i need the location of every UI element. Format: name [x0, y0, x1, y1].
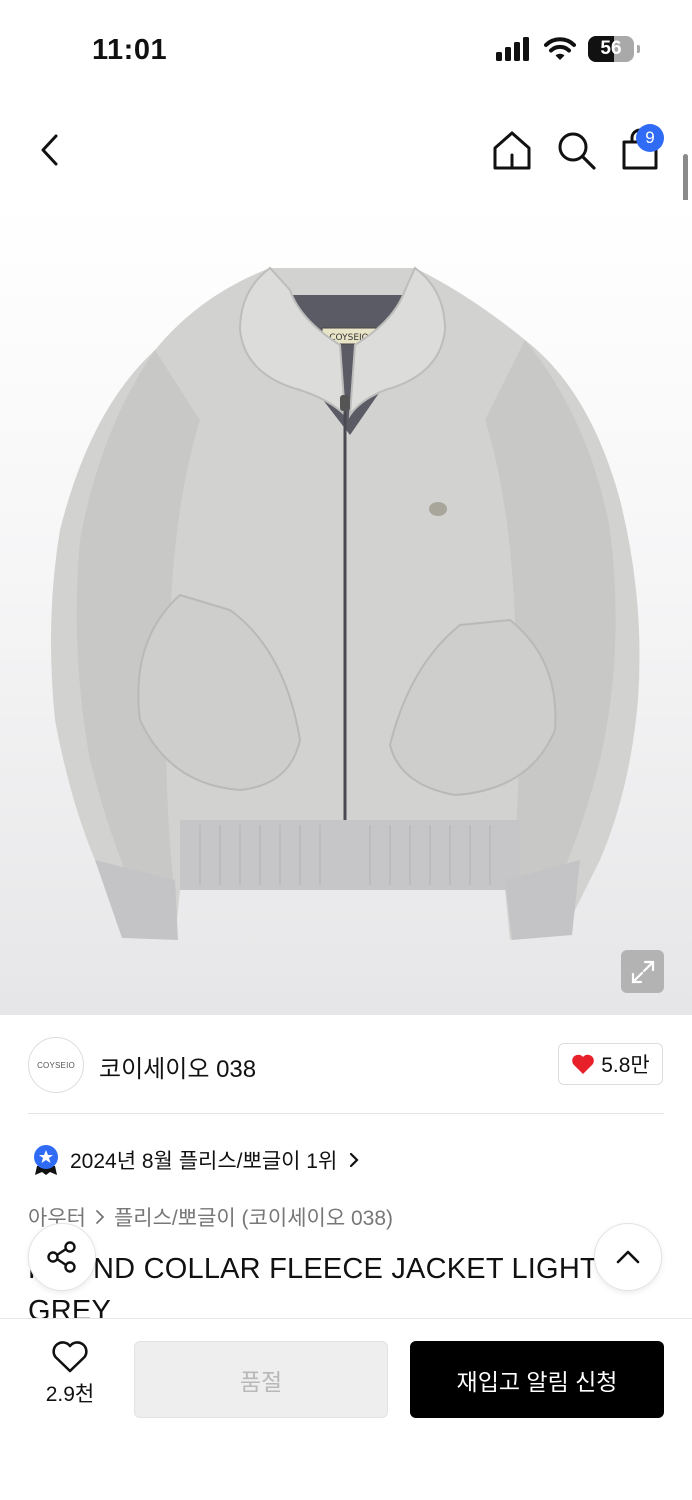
search-button[interactable] — [554, 128, 598, 172]
search-icon — [558, 132, 596, 170]
breadcrumb-subcategory[interactable]: 플리스/뽀글이 (코이세이오 038) — [114, 1202, 393, 1232]
battery-label: 56 — [600, 38, 622, 59]
status-time: 11:01 — [92, 34, 168, 66]
brand-logo-text: COYSEIO — [37, 1060, 75, 1070]
cart-count-badge: 9 — [636, 124, 664, 152]
breadcrumb: 아우터 플리스/뽀글이 (코이세이오 038) — [28, 1202, 393, 1232]
restock-alert-button[interactable]: 재입고 알림 신청 — [410, 1341, 664, 1418]
breadcrumb-chevron-icon — [96, 1210, 105, 1224]
chevron-right-icon — [350, 1152, 359, 1168]
expand-icon — [631, 960, 654, 983]
wish-button[interactable]: 2.9천 — [28, 1340, 112, 1420]
status-bar: 11:01 56 — [0, 0, 692, 100]
section-divider — [28, 1113, 664, 1114]
wish-count: 2.9천 — [45, 1383, 95, 1406]
back-icon — [41, 134, 58, 166]
wifi-icon — [544, 37, 576, 60]
brand-name[interactable]: 코이세이오 038 — [99, 1049, 256, 1084]
home-icon — [493, 131, 531, 170]
ranking-text: 2024년 8월 플리스/뽀글이 1위 — [70, 1150, 338, 1173]
signal-icon — [496, 37, 529, 61]
product-image[interactable]: COYSEIO — [0, 200, 692, 1015]
battery-icon: 56 — [588, 36, 640, 62]
scroll-top-button[interactable] — [594, 1223, 662, 1291]
back-button[interactable] — [30, 128, 70, 172]
status-icons: 56 — [496, 36, 640, 62]
ranking-link[interactable]: 2024년 8월 플리스/뽀글이 1위 — [32, 1144, 361, 1176]
heart-outline-icon — [52, 1341, 88, 1373]
chevron-up-icon — [616, 1250, 640, 1264]
soldout-button[interactable]: 품절 — [134, 1341, 388, 1418]
heart-icon — [572, 1054, 595, 1074]
brand-like-count: 5.8만 — [601, 1054, 650, 1077]
jacket-illustration: COYSEIO — [51, 266, 640, 940]
share-icon — [47, 1241, 76, 1273]
ranking-badge-icon — [34, 1145, 58, 1175]
brand-like-badge[interactable]: 5.8만 — [558, 1043, 663, 1085]
brand-logo[interactable]: COYSEIO — [28, 1037, 84, 1093]
expand-image-button[interactable] — [621, 950, 664, 993]
battery-cap — [637, 45, 640, 53]
share-button[interactable] — [28, 1223, 96, 1291]
home-button[interactable] — [490, 128, 534, 172]
